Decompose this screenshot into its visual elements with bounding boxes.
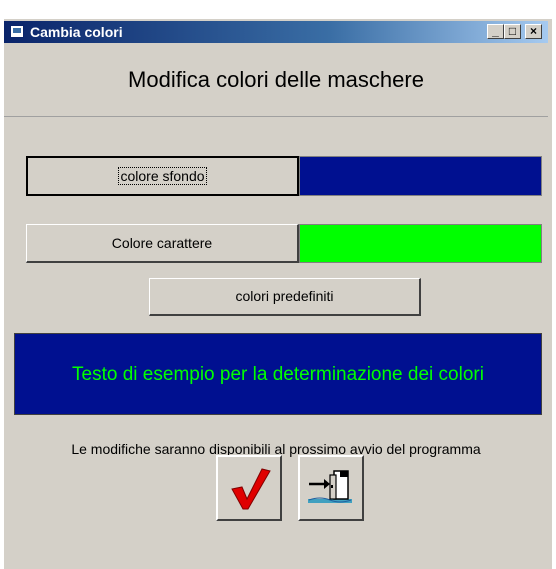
- checkmark-icon: [231, 468, 271, 510]
- text-color-swatch: [299, 224, 542, 263]
- preset-colors-button[interactable]: colori predefiniti: [149, 278, 421, 316]
- text-color-button[interactable]: Colore carattere: [26, 224, 299, 263]
- color-preview: Testo di esempio per la determinazione d…: [14, 333, 542, 415]
- close-icon: ×: [529, 24, 537, 38]
- background-color-button-label: colore sfondo: [118, 167, 207, 185]
- app-icon: [10, 25, 24, 38]
- minimize-button[interactable]: _: [487, 24, 504, 39]
- text-color-button-label: Colore carattere: [111, 235, 213, 251]
- background-color-button[interactable]: colore sfondo: [26, 156, 299, 196]
- exit-button[interactable]: [298, 455, 364, 521]
- close-button[interactable]: ×: [525, 24, 542, 39]
- maximize-button[interactable]: □: [504, 24, 521, 39]
- exit-door-icon: [308, 470, 352, 503]
- preset-colors-button-label: colori predefiniti: [235, 288, 334, 304]
- preview-text: Testo di esempio per la determinazione d…: [72, 364, 484, 385]
- window-title: Cambia colori: [30, 24, 123, 40]
- background-color-swatch: [299, 156, 542, 196]
- confirm-button[interactable]: [216, 455, 282, 521]
- page-title: Modifica colori delle maschere: [128, 67, 424, 92]
- minimize-icon: _: [492, 24, 499, 38]
- maximize-icon: □: [508, 24, 517, 38]
- title-bar[interactable]: Cambia colori _ □ ×: [4, 21, 548, 43]
- header-panel: Modifica colori delle maschere: [4, 43, 548, 117]
